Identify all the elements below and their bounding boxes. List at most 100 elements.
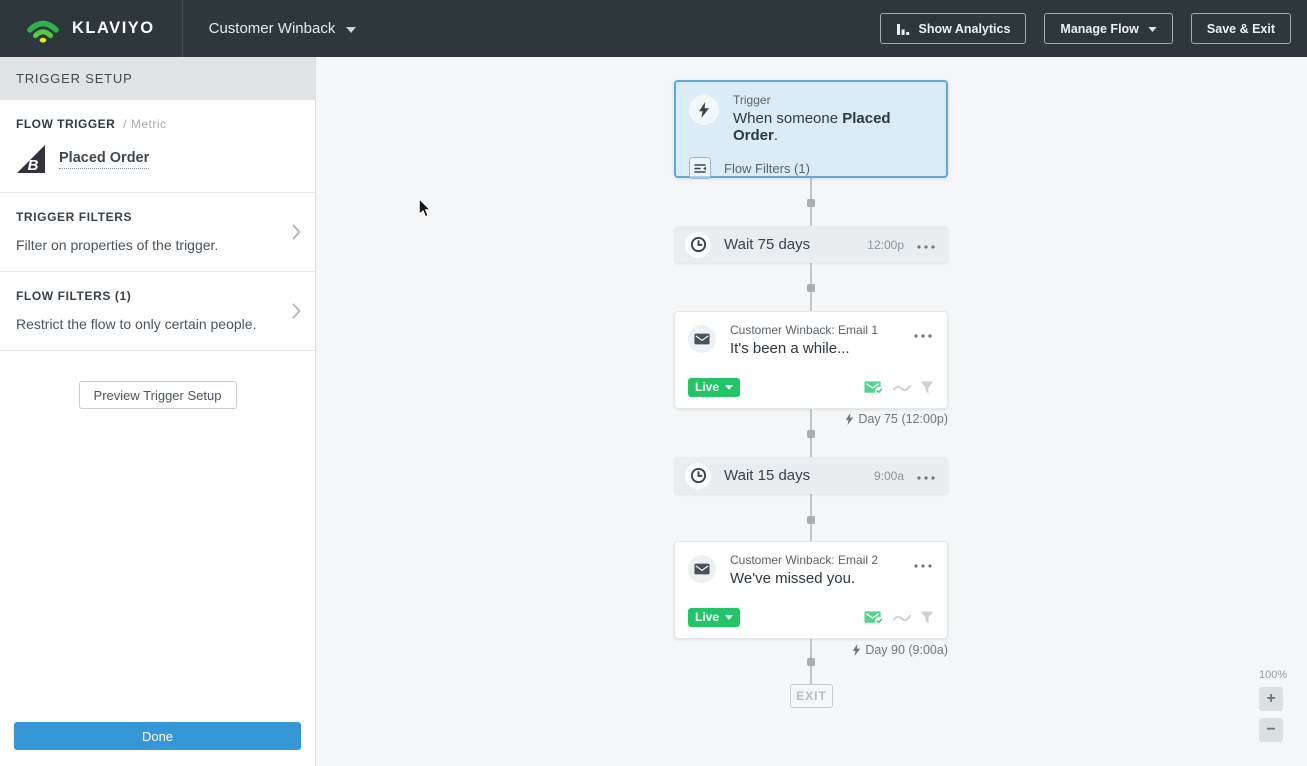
wait-title: Wait 75 days (724, 236, 867, 253)
mouse-cursor-icon (418, 198, 431, 218)
schedule-label: Day 75 (12:00p) (674, 412, 948, 426)
done-button[interactable]: Done (14, 722, 301, 750)
flow-filters-title: FLOW FILTERS (1) (16, 289, 299, 303)
trend-icon (893, 382, 911, 393)
trigger-card-top: Trigger When someone Placed Order. (689, 93, 933, 144)
email-name: Customer Winback: Email 2 (730, 553, 898, 567)
trigger-flow-filters-label: Flow Filters (1) (724, 161, 810, 176)
metric-row: B Placed Order (16, 144, 299, 174)
node-menu-button[interactable] (915, 234, 937, 256)
flow-canvas[interactable]: Trigger When someone Placed Order. Flow … (316, 57, 1307, 766)
manage-flow-button[interactable]: Manage Flow (1044, 13, 1172, 44)
envelope-icon (694, 563, 710, 575)
email-card-top: Customer Winback: Email 1 It's been a wh… (688, 323, 934, 357)
trigger-node-card[interactable]: Trigger When someone Placed Order. Flow … (674, 80, 948, 178)
flow-name: Customer Winback (209, 20, 336, 37)
topbar: KLAVIYO Customer Winback Show Analytics … (0, 0, 1307, 57)
schedule-label-text: Day 90 (9:00a) (865, 643, 948, 657)
email-feature-icons (864, 610, 934, 626)
trigger-filters-section[interactable]: TRIGGER FILTERS Filter on properties of … (0, 193, 315, 272)
wait-icon-circle (685, 232, 711, 258)
wait-node-card-1[interactable]: Wait 75 days 12:00p (674, 226, 948, 263)
trigger-card-footer[interactable]: Flow Filters (1) (689, 157, 933, 179)
funnel-icon (920, 611, 934, 624)
smart-sending-icon (864, 380, 884, 396)
flow-trigger-type: / Metric (123, 117, 166, 131)
trigger-kicker: Trigger (733, 93, 933, 107)
lightning-bolt-icon (698, 102, 710, 118)
node-menu-button[interactable] (912, 553, 934, 587)
schedule-label: Day 90 (9:00a) (674, 643, 948, 657)
zoom-in-button[interactable]: + (1259, 687, 1283, 711)
save-exit-button[interactable]: Save & Exit (1191, 13, 1291, 44)
show-analytics-button[interactable]: Show Analytics (880, 13, 1027, 44)
email-feature-icons (864, 380, 934, 396)
klaviyo-logo[interactable]: KLAVIYO (24, 15, 155, 43)
flow-filters-icon-box[interactable] (689, 157, 711, 179)
flow-filters-description: Restrict the flow to only certain people… (16, 316, 299, 332)
add-step-handle[interactable] (807, 516, 815, 524)
envelope-icon (694, 333, 710, 345)
email-node-card-1[interactable]: Customer Winback: Email 1 It's been a wh… (674, 311, 948, 409)
wait-node-card-2[interactable]: Wait 15 days 9:00a (674, 457, 948, 494)
ellipsis-icon (917, 245, 935, 249)
manage-flow-label: Manage Flow (1060, 22, 1138, 36)
status-badge-dropdown[interactable]: Live (688, 608, 740, 627)
trigger-card-text-block: Trigger When someone Placed Order. (733, 93, 933, 144)
add-step-handle[interactable] (807, 199, 815, 207)
flow-trigger-label-row: FLOW TRIGGER / Metric (16, 117, 299, 131)
email-icon-circle (688, 555, 716, 583)
email-subject: We've missed you. (730, 570, 898, 587)
trigger-text-after: . (774, 127, 778, 144)
chevron-right-icon[interactable] (292, 224, 301, 240)
lightning-bolt-icon (852, 644, 861, 656)
trigger-filters-description: Filter on properties of the trigger. (16, 237, 299, 253)
email-name: Customer Winback: Email 1 (730, 323, 898, 337)
chevron-down-icon (1148, 27, 1157, 32)
lightning-bolt-icon (845, 413, 854, 425)
status-badge-dropdown[interactable]: Live (688, 378, 740, 397)
node-menu-button[interactable] (915, 465, 937, 487)
ellipsis-icon (914, 334, 932, 338)
klaviyo-flow-builder: KLAVIYO Customer Winback Show Analytics … (0, 0, 1307, 766)
chevron-down-icon (725, 615, 733, 620)
flow-name-dropdown[interactable]: Customer Winback (209, 20, 357, 37)
node-menu-button[interactable] (912, 323, 934, 357)
chevron-right-icon[interactable] (292, 303, 301, 319)
add-step-handle[interactable] (807, 430, 815, 438)
email-titles: Customer Winback: Email 1 It's been a wh… (730, 323, 898, 357)
preview-trigger-setup-button[interactable]: Preview Trigger Setup (79, 381, 237, 409)
email-card-top: Customer Winback: Email 2 We've missed y… (688, 553, 934, 587)
zoom-level-label: 100% (1259, 669, 1283, 681)
ellipsis-icon (917, 476, 935, 480)
ellipsis-icon (914, 564, 932, 568)
chevron-down-icon (346, 27, 356, 33)
trigger-icon-circle (689, 95, 719, 125)
wait-icon-circle (685, 463, 711, 489)
save-exit-label: Save & Exit (1207, 22, 1275, 36)
metric-name-link[interactable]: Placed Order (59, 150, 149, 169)
add-step-handle[interactable] (807, 284, 815, 292)
trend-icon (893, 612, 911, 623)
wait-time: 12:00p (867, 238, 904, 252)
email-subject: It's been a while... (730, 340, 898, 357)
trigger-setup-sidebar: TRIGGER SETUP FLOW TRIGGER / Metric B Pl… (0, 57, 316, 766)
trigger-filters-title: TRIGGER FILTERS (16, 210, 299, 224)
chevron-down-icon (725, 385, 733, 390)
email-node-card-2[interactable]: Customer Winback: Email 2 We've missed y… (674, 541, 948, 639)
add-step-handle[interactable] (807, 658, 815, 666)
show-analytics-label: Show Analytics (919, 22, 1011, 36)
email-card-bottom: Live (688, 608, 934, 627)
flow-trigger-section: FLOW TRIGGER / Metric B Placed Order (0, 100, 315, 193)
preview-button-wrap: Preview Trigger Setup (0, 351, 315, 409)
sidebar-header: TRIGGER SETUP (0, 57, 315, 100)
bigcommerce-icon: B (16, 144, 46, 174)
svg-text:B: B (28, 157, 39, 174)
flow-filters-section[interactable]: FLOW FILTERS (1) Restrict the flow to on… (0, 272, 315, 351)
done-button-wrap: Done (0, 722, 315, 766)
email-titles: Customer Winback: Email 2 We've missed y… (730, 553, 898, 587)
zoom-out-button[interactable]: − (1259, 718, 1283, 742)
smart-sending-icon (864, 610, 884, 626)
clock-icon (690, 236, 707, 253)
wait-time: 9:00a (874, 469, 904, 483)
